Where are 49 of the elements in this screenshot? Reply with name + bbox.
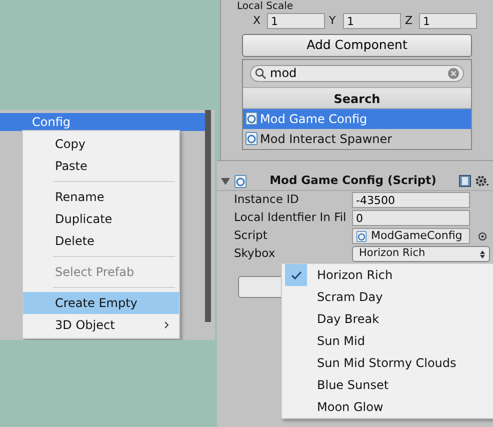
result-item[interactable]: Mod Interact Spawner	[243, 128, 471, 148]
settings-icon[interactable]	[475, 175, 489, 187]
text-field[interactable]: 0	[352, 210, 470, 226]
field-label: Local Scale	[236, 1, 294, 13]
script-icon	[234, 174, 247, 188]
menu-item[interactable]: Delete	[23, 230, 179, 252]
script-icon	[245, 132, 258, 145]
axis-label: Y	[329, 13, 337, 29]
field-label: Skybox	[234, 245, 276, 262]
search-header: Search	[243, 86, 471, 108]
dropdown-option[interactable]: Moon Glow	[282, 396, 493, 418]
field-label: Script	[234, 227, 268, 244]
dropdown-option[interactable]: Blue Sunset	[282, 374, 493, 396]
result-item[interactable]: Mod Game Config	[243, 108, 471, 128]
hierarchy-item[interactable]: Config	[0, 113, 205, 131]
text-field[interactable]: -43500	[352, 192, 470, 208]
help-book-icon[interactable]	[459, 175, 471, 187]
dropdown-option[interactable]: Sun Mid Stormy Clouds	[282, 352, 493, 374]
menu-item[interactable]: 3D Object	[23, 314, 179, 336]
scrollbar[interactable]	[205, 110, 211, 322]
dropdown-option[interactable]: Scram Day	[282, 286, 493, 308]
search-icon	[255, 68, 266, 78]
dropdown-option[interactable]: Horizon Rich	[282, 264, 493, 286]
component-title: Mod Game Config (Script)	[268, 172, 438, 190]
menu-item[interactable]: Rename	[23, 186, 179, 208]
updown-arrow-icon	[480, 250, 485, 258]
menu-item[interactable]: Duplicate	[23, 208, 179, 230]
dropdown-option[interactable]: Day Break	[282, 308, 493, 330]
menu-item[interactable]: Create Empty	[23, 292, 179, 314]
add-component-button[interactable]: Add Component	[242, 34, 472, 56]
field-label: Instance ID	[234, 191, 300, 208]
number-field[interactable]: 1	[267, 13, 325, 30]
object-picker-icon[interactable]	[478, 232, 487, 240]
menu-item[interactable]: Copy	[23, 133, 179, 155]
clear-icon[interactable]	[448, 68, 459, 78]
search-input[interactable]: mod	[270, 64, 444, 82]
number-field[interactable]: 1	[343, 13, 401, 30]
object-field[interactable]: ModGameConfig	[352, 228, 470, 244]
menu-item[interactable]: Paste	[23, 155, 179, 177]
field-label: Local Identfier In Fil	[234, 209, 348, 226]
axis-label: Z	[405, 13, 414, 29]
script-icon	[245, 112, 258, 125]
foldout-icon[interactable]	[221, 176, 230, 186]
number-field[interactable]: 1	[419, 13, 477, 30]
script-icon	[356, 230, 367, 242]
search-field[interactable]: mod	[250, 64, 464, 82]
dropdown-option[interactable]: Sun Mid	[282, 330, 493, 352]
dropdown-field[interactable]: Horizon Rich	[352, 246, 490, 262]
axis-label: X	[253, 13, 262, 29]
